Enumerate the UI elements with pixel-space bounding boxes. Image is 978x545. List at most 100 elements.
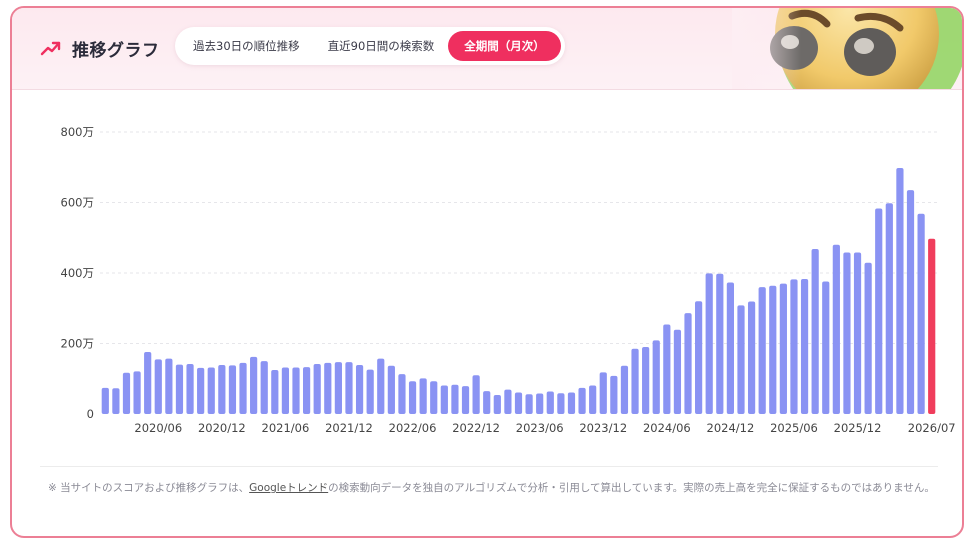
y-tick-label: 200万 [61,337,94,351]
chart-bar [684,313,692,414]
chart-bar [885,203,893,414]
chart-bar [843,252,851,414]
chart-bar [864,262,872,414]
chart-bar-current [928,238,936,414]
x-tick-label: 2025/06 [770,421,818,435]
chart-bar [271,369,279,414]
y-tick-label: 400万 [61,266,94,280]
chart-bar [250,356,258,414]
chart-bar [726,282,735,414]
chart-bar [705,273,713,414]
chart-bar [387,365,395,414]
tab-all-time-monthly[interactable]: 全期間（月次） [448,31,561,61]
x-tick-label: 2022/12 [452,421,500,435]
chart-bar [228,365,237,414]
chart-bar [747,301,756,414]
chart-bar [175,364,184,414]
x-tick-label: 2023/12 [579,421,627,435]
chart-bar [779,283,787,414]
chart-bar [377,358,385,414]
disclaimer-text-1: ※ 当サイトのスコアおよび推移グラフは、 [48,482,250,494]
x-tick-label: 2024/06 [643,421,691,435]
x-tick-label: 2021/06 [262,421,310,435]
chart-bar [906,190,915,414]
chart-bar [673,329,682,414]
chart-bar [334,362,342,414]
disclaimer-note: ※ 当サイトのスコアおよび推移グラフは、Googleトレンドの検索動向データを独… [48,479,938,497]
chart-bar [514,392,523,414]
chart-bar [875,208,883,414]
chart-bar [642,347,650,414]
chart-bar [896,167,904,414]
chart-bar [112,388,120,414]
card-title-text: 推移グラフ [72,40,160,61]
chart-bar [483,391,491,414]
chart-bar [239,362,247,414]
chart-bar [366,369,374,414]
x-tick-label: 2021/12 [325,421,373,435]
app-character-image [732,8,962,89]
trending-up-icon [40,41,61,56]
chart-bar [811,249,819,414]
chart-bar [355,365,364,414]
chart-bar [207,367,215,414]
chart-bar [589,385,597,414]
y-tick-label: 0 [87,407,94,421]
chart-bar [610,375,618,414]
chart-bar [758,287,766,414]
chart-bar [525,394,533,414]
chart-bar [408,381,417,414]
chart-bar [578,387,586,414]
chart-bar [218,365,226,414]
chart-bar [546,391,554,414]
chart-bar [144,351,152,414]
chart-bar [302,367,311,414]
tab-30-day-rank[interactable]: 過去30日の順位推移 [179,31,314,61]
chart-bar [790,279,798,414]
chart-bar [695,301,703,414]
chart-bar [853,252,862,414]
monthly-search-bar-chart: 0 200万 400万 600万 800万 2020/06 2020/12 2021/06 20… [61,125,956,435]
google-trends-link[interactable]: Googleトレンド [249,482,328,494]
x-tick-label: 2023/06 [516,421,564,435]
chart-bar [800,278,809,414]
chart-bar [430,381,438,414]
chart-bar [101,387,109,414]
chart-bar [620,365,629,414]
chart-bar [472,375,480,414]
chart-bar [461,386,470,414]
card-title: 推移グラフ [40,34,160,62]
x-tick-label: 2025/12 [834,421,882,435]
chart-bar [716,273,724,414]
chart-bar [398,374,406,414]
chart-bar [652,340,660,414]
disclaimer-text-2: の検索動向データを独自のアルゴリズムで分析・引用して算出しています。実際の売上高… [328,482,935,494]
chart-bar [737,305,745,414]
chart-bar [122,372,131,414]
card-header: 推移グラフ 過去30日の順位推移 直近90日間の検索数 全期間（月次） [12,8,962,90]
chart-bar [440,385,448,414]
chart-bar [769,285,777,414]
chart-bar [832,244,840,414]
chart-bar [631,348,639,414]
x-tick-label: 2024/12 [707,421,755,435]
tab-90-day-searches[interactable]: 直近90日間の検索数 [314,31,449,61]
chart-bar [345,362,353,414]
chart-bar [493,394,501,414]
chart-bar [917,213,925,414]
chart-bar [313,363,321,414]
y-tick-label: 600万 [61,196,94,210]
chart-bar [292,367,300,414]
chart-bar [186,363,194,414]
divider [40,466,938,467]
chart-bar [154,359,162,414]
chart-bar [451,384,459,414]
chart-bar [197,367,205,414]
chart-bar [663,324,671,414]
chart-bar [260,361,268,414]
trend-card: 推移グラフ 過去30日の順位推移 直近90日間の検索数 全期間（月次） 0 20… [10,6,964,538]
y-tick-label: 800万 [61,125,94,139]
chart-bar [504,389,512,414]
x-tick-label: 2020/06 [134,421,182,435]
chart-bar [281,367,290,414]
